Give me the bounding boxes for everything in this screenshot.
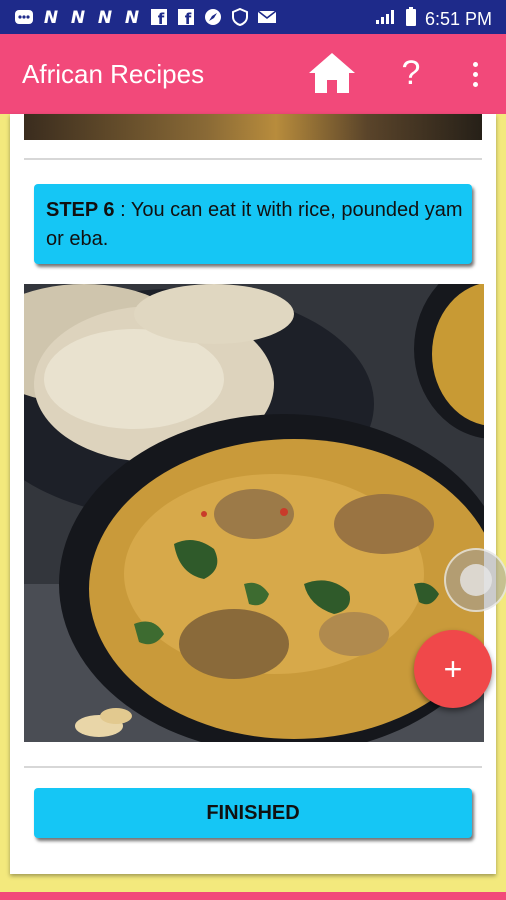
- more-vert-icon-dot: [472, 71, 478, 77]
- home-button[interactable]: [306, 50, 358, 96]
- status-bar-notifications: N N N N f f: [14, 7, 277, 27]
- status-bar: N N N N f f 6:51 PM: [0, 0, 506, 34]
- facebook-icon: f: [176, 7, 196, 27]
- signal-icon: [375, 9, 397, 30]
- status-time: 6:51 PM: [424, 9, 492, 29]
- help-icon: ?: [401, 54, 421, 92]
- n-icon: N: [41, 7, 61, 27]
- facebook-icon: f: [149, 7, 169, 27]
- shield-icon: [230, 7, 250, 27]
- add-fab-button[interactable]: +: [414, 630, 492, 708]
- svg-text:N: N: [98, 8, 112, 26]
- svg-text:N: N: [44, 8, 58, 26]
- svg-text:f: f: [185, 10, 192, 26]
- step-label: STEP 6: [46, 199, 115, 221]
- bottom-navigation-strip: [0, 892, 506, 900]
- svg-text:f: f: [158, 10, 165, 26]
- step-instruction-box: STEP 6 : You can eat it with rice, pound…: [34, 184, 472, 264]
- mail-icon: [257, 7, 277, 27]
- battery-icon: [405, 7, 417, 32]
- recipe-step-card: STEP 6 : You can eat it with rice, pound…: [10, 114, 496, 874]
- compass-icon: [203, 7, 223, 27]
- status-bar-system: 6:51 PM: [375, 7, 492, 32]
- plus-icon: +: [443, 651, 463, 687]
- svg-text:N: N: [71, 8, 85, 26]
- n-icon: N: [95, 7, 115, 27]
- app-bar: African Recipes ?: [0, 34, 506, 114]
- step-instruction: STEP 6 : You can eat it with rice, pound…: [46, 196, 466, 254]
- help-button[interactable]: ?: [394, 52, 428, 94]
- divider: [24, 766, 482, 768]
- n-icon: N: [122, 7, 142, 27]
- svg-text:N: N: [125, 8, 139, 26]
- more-vert-icon-dot: [472, 61, 478, 67]
- more-options-button[interactable]: [462, 56, 488, 92]
- n-icon: N: [68, 7, 88, 27]
- previous-step-image: [24, 114, 482, 140]
- divider: [24, 158, 482, 160]
- more-vert-icon-dot: [472, 81, 478, 87]
- notification-icon: [14, 7, 34, 27]
- step-separator: :: [114, 199, 131, 221]
- floating-assistive-touch[interactable]: [444, 548, 506, 612]
- home-icon: [309, 53, 355, 93]
- app-title: African Recipes: [22, 59, 205, 89]
- finished-button[interactable]: FINISHED: [34, 788, 472, 838]
